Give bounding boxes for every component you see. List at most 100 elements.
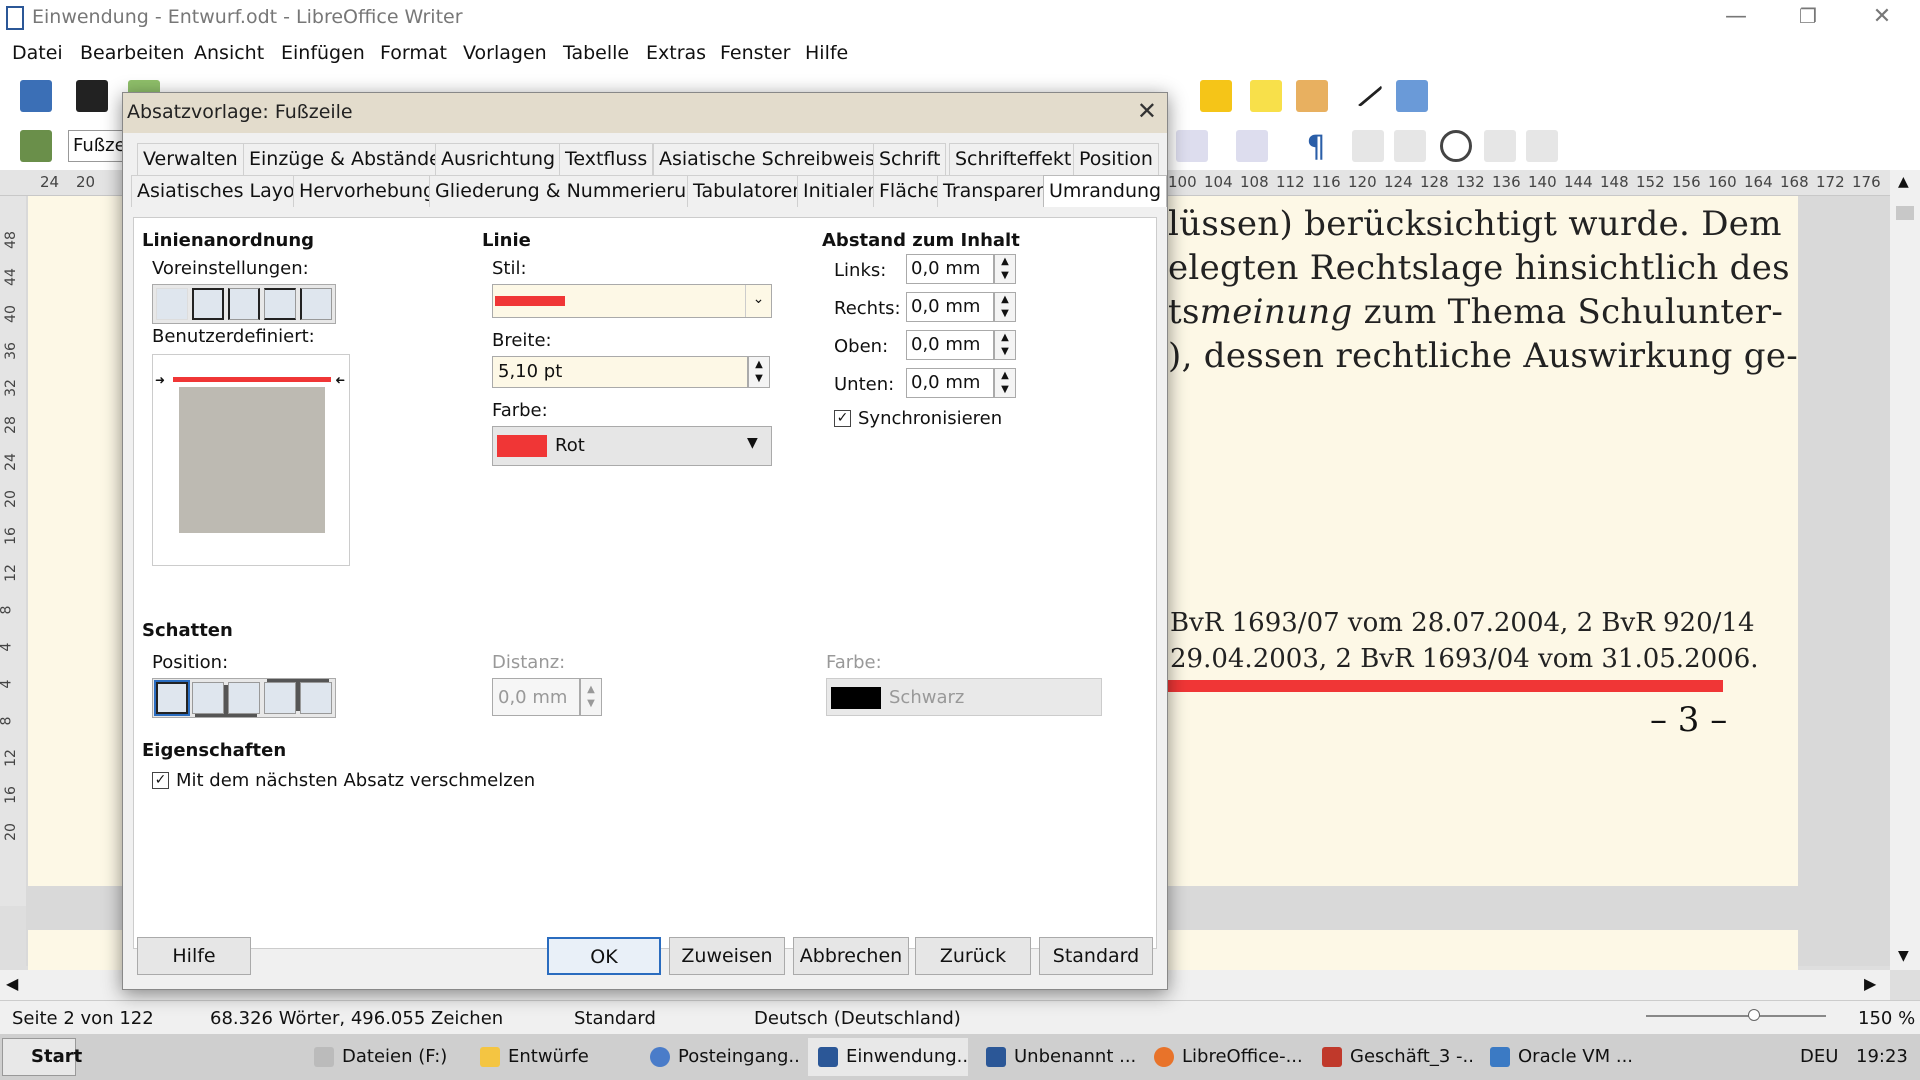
apply-button[interactable]: Zuweisen [669, 937, 785, 975]
task-dateien[interactable]: Dateien (F:) [304, 1038, 462, 1076]
merge-label[interactable]: Mit dem nächsten Absatz verschmelzen [176, 770, 535, 791]
dialog-close-icon[interactable]: ✕ [1137, 97, 1157, 125]
menu-bearbeiten[interactable]: Bearbeiten [80, 42, 184, 64]
menu-hilfe[interactable]: Hilfe [805, 42, 848, 64]
tab-einzuege-abstaende[interactable]: Einzüge & Abstände [243, 143, 447, 175]
zoom-slider-handle[interactable] [1748, 1009, 1760, 1021]
preset-none-icon[interactable] [156, 288, 188, 320]
shadow-top-right-icon[interactable] [264, 682, 296, 714]
menu-datei[interactable]: Datei [12, 42, 63, 64]
padding-right-field[interactable]: 0,0 mm [906, 292, 994, 322]
width-spinner[interactable]: ▲ ▼ [748, 356, 770, 388]
shadow-distance-spinner[interactable]: ▲ ▼ [580, 678, 602, 716]
default-button[interactable]: Standard [1039, 937, 1153, 975]
menu-vorlagen[interactable]: Vorlagen [463, 42, 547, 64]
vertical-ruler[interactable]: 48 44 40 36 32 28 24 20 16 12 8 4 4 8 12 16 20 [0, 196, 26, 906]
navigate-prev-icon[interactable] [1394, 130, 1426, 162]
tab-umrandung[interactable]: Umrandung [1043, 175, 1168, 207]
cancel-button[interactable]: Abbrechen [793, 937, 909, 975]
tab-ausrichtung[interactable]: Ausrichtung [435, 143, 562, 175]
merge-checkbox[interactable]: ✓ [152, 772, 169, 789]
tab-asiatisches-layout[interactable]: Asiatisches Layout [131, 175, 321, 207]
scroll-up-icon[interactable]: ▲ [1898, 174, 1909, 190]
clock[interactable]: 19:23 [1856, 1046, 1908, 1067]
navigate-next-icon[interactable] [1484, 130, 1516, 162]
preset-box-icon[interactable] [192, 288, 224, 320]
scroll-down-icon[interactable]: ▼ [1898, 948, 1909, 964]
close-window-button[interactable]: ✕ [1862, 4, 1902, 34]
line-width-field[interactable]: 5,10 pt [492, 356, 748, 388]
sync-label[interactable]: Synchronisieren [858, 408, 1002, 429]
shadow-distance-field[interactable]: 0,0 mm [492, 678, 580, 716]
task-einwendung[interactable]: Einwendung... [808, 1038, 968, 1076]
dialog-title-bar[interactable]: Absatzvorlage: Fußzeile ✕ [123, 93, 1167, 133]
tab-flaeche[interactable]: Fläche [873, 175, 948, 207]
preset-top-bottom-icon[interactable] [264, 288, 296, 320]
line-color-dropdown[interactable]: Rot ▼ [492, 426, 772, 466]
line-draw-icon[interactable] [1347, 72, 1383, 108]
open-icon[interactable] [76, 80, 108, 112]
minimize-button[interactable]: — [1716, 4, 1756, 34]
page-style-indicator[interactable]: Standard [574, 1008, 656, 1029]
scroll-right-icon[interactable]: ▶ [1864, 974, 1876, 993]
tab-schrift[interactable]: Schrift [873, 143, 947, 175]
word-count[interactable]: 68.326 Wörter, 496.055 Zeichen [210, 1008, 503, 1029]
shadow-color-dropdown[interactable]: Schwarz [826, 678, 1102, 716]
tab-gliederung-nummerierung[interactable]: Gliederung & Nummerierung [429, 175, 717, 207]
help-button[interactable]: Hilfe [137, 937, 251, 975]
new-document-icon[interactable] [20, 80, 52, 112]
back-button[interactable]: Zurück [915, 937, 1031, 975]
menu-extras[interactable]: Extras [646, 42, 706, 64]
pilcrow-icon[interactable]: ¶ [1300, 130, 1332, 165]
menu-fenster[interactable]: Fenster [720, 42, 790, 64]
zoom-slider[interactable] [1646, 1015, 1826, 1017]
tab-schrifteffekt[interactable]: Schrifteffekt [949, 143, 1078, 175]
shadow-top-left-icon[interactable] [300, 682, 332, 714]
padding-bottom-field[interactable]: 0,0 mm [906, 368, 994, 398]
task-oracle-vm[interactable]: Oracle VM ... [1480, 1038, 1640, 1076]
basic-shapes-icon[interactable] [1396, 80, 1428, 112]
chevron-down-icon[interactable]: ⌄ [745, 285, 771, 317]
menu-ansicht[interactable]: Ansicht [194, 42, 264, 64]
input-language[interactable]: DEU [1800, 1046, 1838, 1067]
line-style-select[interactable]: ⌄ [492, 284, 772, 318]
preset-left-right-icon[interactable] [228, 288, 260, 320]
padding-top-spinner[interactable]: ▲ ▼ [994, 330, 1016, 360]
tab-hervorhebung[interactable]: Hervorhebung [293, 175, 442, 207]
vertical-scrollbar[interactable]: ▲ ▼ [1890, 170, 1920, 970]
restore-button[interactable]: ❐ [1788, 4, 1828, 34]
bookmark-icon[interactable] [1200, 80, 1232, 112]
styles-icon[interactable] [20, 130, 52, 162]
page-indicator[interactable]: Seite 2 von 122 [12, 1008, 154, 1029]
tab-asiatische-schreibweise[interactable]: Asiatische Schreibweise [653, 143, 893, 175]
zoom-level[interactable]: 150 % [1858, 1008, 1915, 1029]
padding-top-field[interactable]: 0,0 mm [906, 330, 994, 360]
tab-position[interactable]: Position [1073, 143, 1159, 175]
menu-format[interactable]: Format [380, 42, 447, 64]
sync-checkbox[interactable]: ✓ [834, 410, 851, 427]
scroll-left-icon[interactable]: ◀ [6, 974, 18, 993]
language-indicator[interactable]: Deutsch (Deutschland) [754, 1008, 961, 1029]
navigate-back-icon[interactable] [1352, 130, 1384, 162]
task-posteingang[interactable]: Posteingang... [640, 1038, 800, 1076]
navigate-end-icon[interactable] [1526, 130, 1558, 162]
preset-left-icon[interactable] [300, 288, 332, 320]
navigator-icon[interactable] [1440, 130, 1472, 162]
menu-einfuegen[interactable]: Einfügen [281, 42, 365, 64]
padding-left-field[interactable]: 0,0 mm [906, 254, 994, 284]
ok-button[interactable]: OK [547, 937, 661, 975]
tab-verwalten[interactable]: Verwalten [137, 143, 244, 175]
custom-border-preview[interactable]: ➜ ➜ [152, 354, 350, 566]
track-changes-icon[interactable] [1296, 80, 1328, 112]
tab-tabulatoren[interactable]: Tabulatoren [687, 175, 811, 207]
task-entwuerfe[interactable]: Entwürfe [470, 1038, 630, 1076]
task-geschaeft[interactable]: Geschäft_3 -... [1312, 1038, 1472, 1076]
start-button[interactable]: Start [2, 1038, 82, 1076]
shadow-none-icon[interactable] [154, 680, 190, 716]
task-libreoffice[interactable]: LibreOffice-... [1144, 1038, 1304, 1076]
padding-right-spinner[interactable]: ▲ ▼ [994, 292, 1016, 322]
scroll-thumb[interactable] [1896, 206, 1914, 220]
line-spacing-icon[interactable] [1236, 130, 1268, 162]
tab-textfluss[interactable]: Textfluss [559, 143, 654, 175]
numbering-icon[interactable] [1176, 130, 1208, 162]
